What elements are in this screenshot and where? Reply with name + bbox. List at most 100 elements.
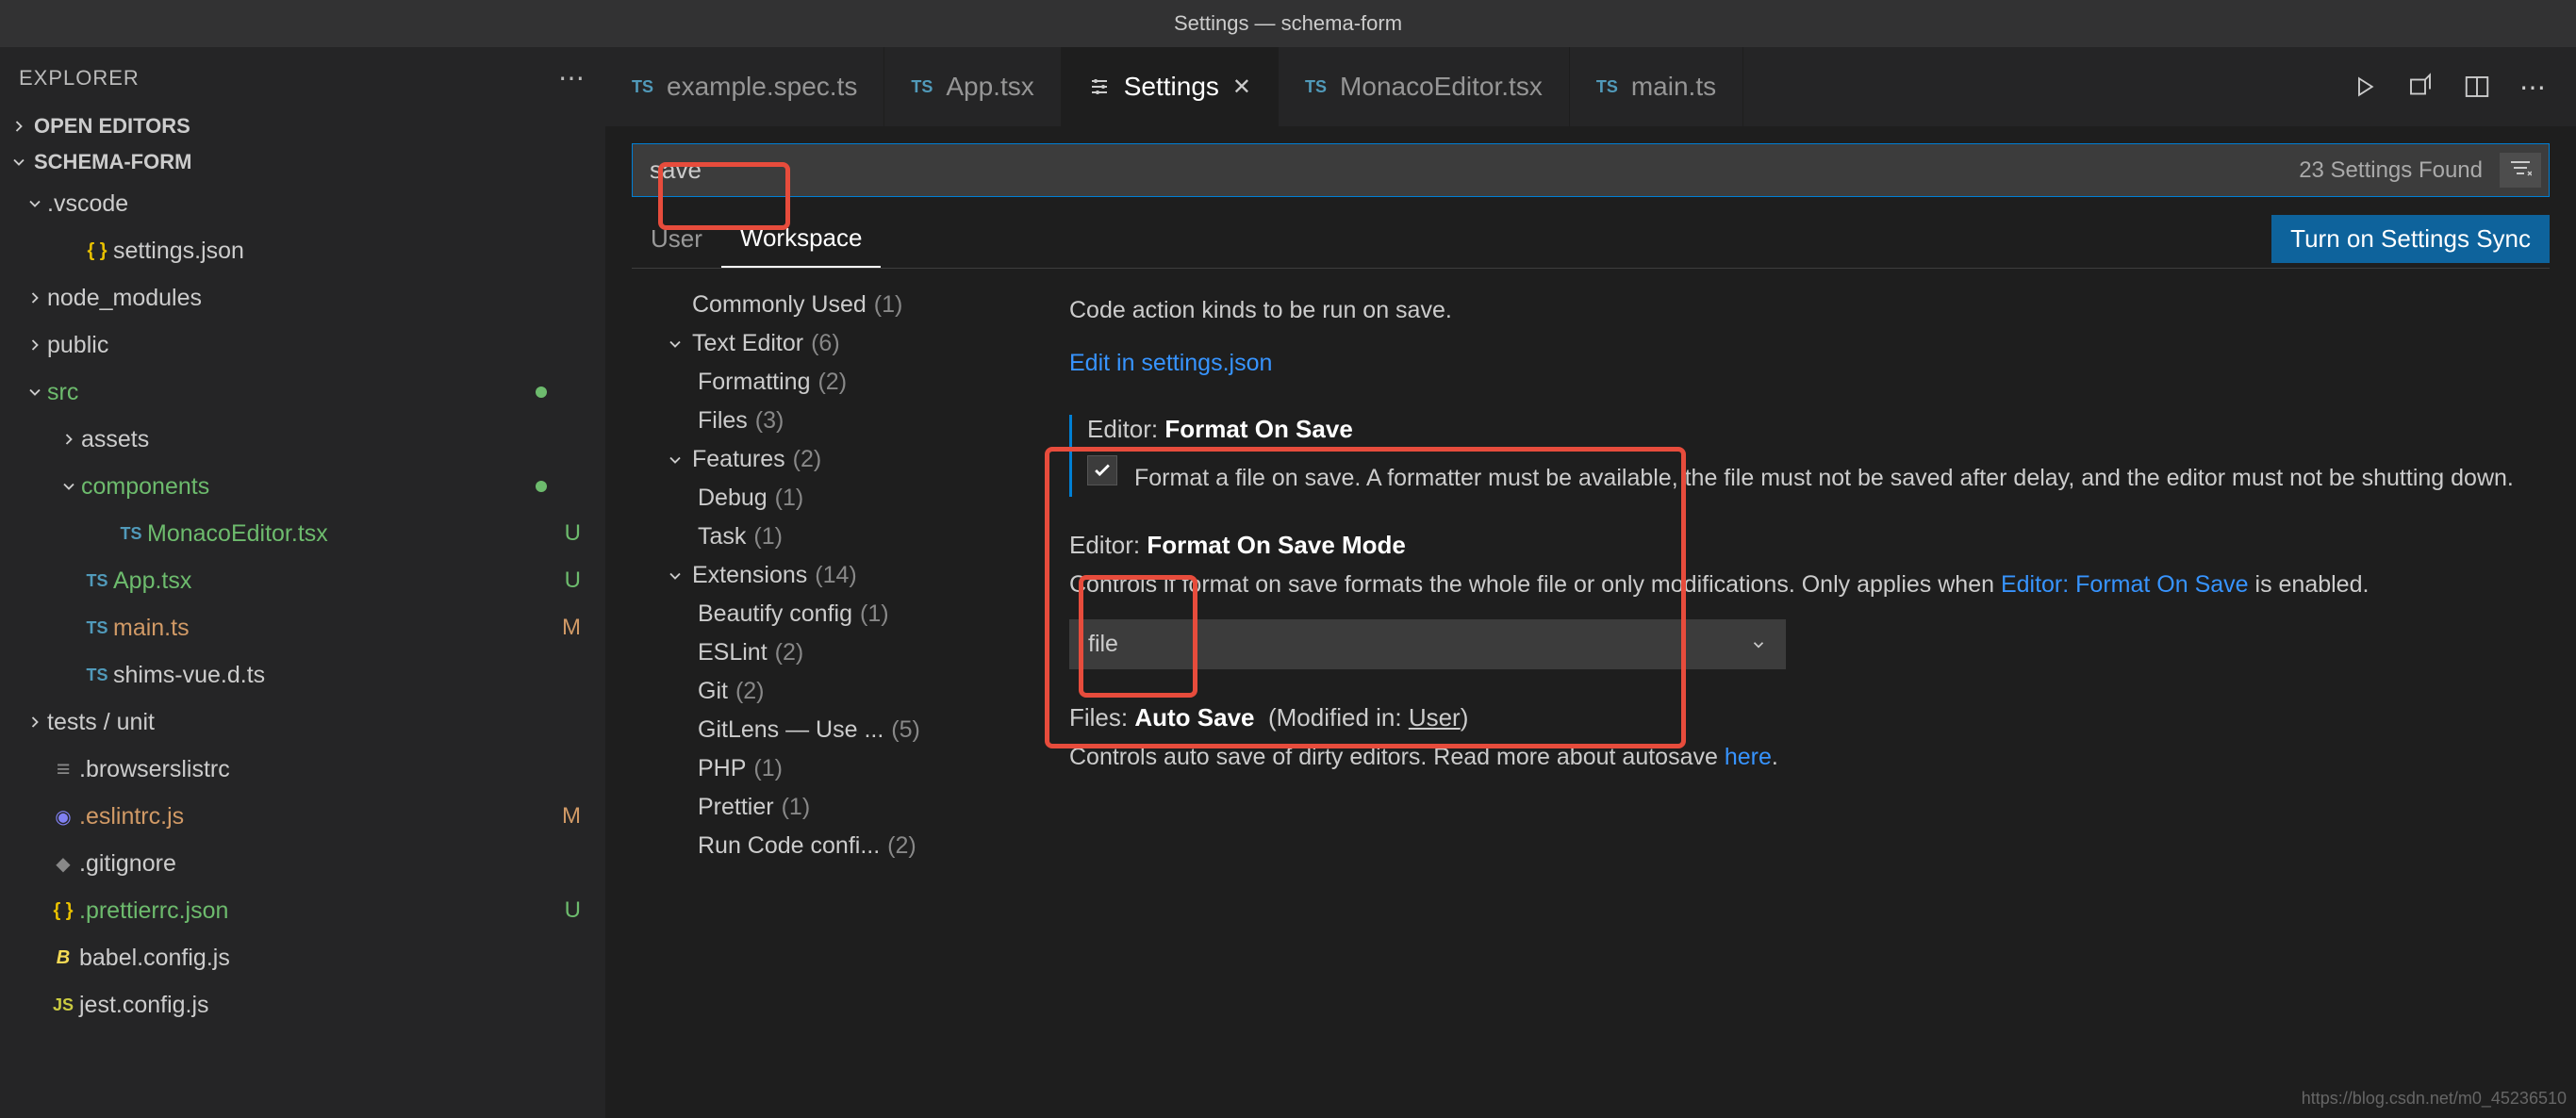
folder-item[interactable]: node_modules	[0, 274, 605, 321]
file-item[interactable]: { }settings.json	[0, 227, 605, 274]
folder-item[interactable]: public	[0, 321, 605, 369]
tab-label: Settings	[1124, 72, 1219, 102]
file-item[interactable]: JSjest.config.js	[0, 981, 605, 1028]
edit-in-settings-link[interactable]: Edit in settings.json	[1069, 350, 1272, 376]
toc-item[interactable]: Extensions (14)	[632, 556, 1028, 595]
file-item[interactable]: TSmain.tsM	[0, 604, 605, 651]
toc-label: Task	[698, 523, 746, 551]
open-changes-icon[interactable]	[2406, 73, 2435, 101]
toc-item[interactable]: Debug (1)	[632, 479, 1028, 518]
toc-label: Debug	[698, 485, 768, 512]
project-section[interactable]: SCHEMA-FORM	[0, 144, 605, 180]
toc-item[interactable]: Run Code confi... (2)	[632, 827, 1028, 865]
editor-tabs: TSexample.spec.tsTSApp.tsxSettings✕TSMon…	[605, 47, 2576, 126]
toc-item[interactable]: Features (2)	[632, 440, 1028, 479]
setting-desc: Code action kinds to be run on save.	[1069, 293, 2550, 329]
editor-tab[interactable]: TSmain.ts	[1570, 47, 1743, 126]
toc-item[interactable]: Formatting (2)	[632, 363, 1028, 402]
close-icon[interactable]: ✕	[1232, 74, 1251, 101]
filter-icon[interactable]	[2500, 153, 2541, 188]
folder-item[interactable]: components	[0, 463, 605, 510]
editor-tab[interactable]: TSApp.tsx	[884, 47, 1061, 126]
item-label: .eslintrc.js	[79, 803, 184, 830]
item-label: tests / unit	[47, 709, 155, 736]
tab-label: example.spec.ts	[667, 72, 857, 102]
file-item[interactable]: TSApp.tsxU	[0, 557, 605, 604]
chevron-down-icon	[23, 383, 47, 402]
more-icon[interactable]: ⋯	[558, 62, 586, 93]
settings-body: 23 Settings Found User Workspace Turn on…	[605, 126, 2576, 1118]
settings-search-input[interactable]	[633, 144, 2282, 196]
editor-tab[interactable]: Settings ✕	[1062, 47, 1279, 126]
file-item[interactable]: ◆.gitignore	[0, 840, 605, 887]
setting-reference-link[interactable]: Editor: Format On Save	[2001, 571, 2249, 598]
editor-actions: ⋯	[2321, 47, 2576, 126]
item-label: .prettierrc.json	[79, 897, 228, 925]
split-editor-icon[interactable]	[2463, 73, 2491, 101]
toc-label: Files	[698, 407, 748, 435]
scope-user-tab[interactable]: User	[632, 211, 721, 267]
settings-sync-button[interactable]: Turn on Settings Sync	[2271, 215, 2550, 263]
toc-count: (1)	[782, 794, 811, 821]
ts-icon: TS	[1596, 77, 1618, 97]
toc-item[interactable]: Task (1)	[632, 518, 1028, 556]
run-icon[interactable]	[2350, 73, 2378, 101]
toc-item[interactable]: PHP (1)	[632, 749, 1028, 788]
toc-label: Features	[692, 446, 785, 473]
item-label: babel.config.js	[79, 945, 230, 972]
file-item[interactable]: { }.prettierrc.jsonU	[0, 887, 605, 934]
toc-label: ESLint	[698, 639, 768, 666]
folder-item[interactable]: .vscode	[0, 180, 605, 227]
setting-format-on-save-mode: Editor: Format On Save Mode Controls if …	[1069, 531, 2550, 670]
settings-list[interactable]: Code action kinds to be run on save. Edi…	[1047, 286, 2550, 1118]
item-label: App.tsx	[113, 567, 191, 595]
format-on-save-mode-select[interactable]: file	[1069, 619, 1786, 669]
toc-item[interactable]: Text Editor (6)	[632, 324, 1028, 363]
folder-item[interactable]: assets	[0, 416, 605, 463]
setting-desc: Controls if format on save formats the w…	[1069, 567, 2550, 603]
item-label: jest.config.js	[79, 992, 209, 1019]
item-label: public	[47, 332, 108, 359]
file-item[interactable]: ≡.browserslistrc	[0, 746, 605, 793]
toc-item[interactable]: GitLens — Use ... (5)	[632, 711, 1028, 749]
toc-item[interactable]: Prettier (1)	[632, 788, 1028, 827]
scope-workspace-tab[interactable]: Workspace	[721, 210, 882, 268]
toc-item[interactable]: Files (3)	[632, 402, 1028, 440]
editor-tab[interactable]: TSexample.spec.ts	[605, 47, 884, 126]
toc-item[interactable]: Beautify config (1)	[632, 595, 1028, 633]
toc-count: (3)	[755, 407, 784, 435]
git-icon: ◆	[47, 852, 79, 876]
toc-label: Commonly Used	[692, 291, 867, 319]
setting-code-actions: Code action kinds to be run on save. Edi…	[1069, 293, 2550, 381]
git-status-badge: M	[562, 615, 581, 641]
toc-label: Prettier	[698, 794, 774, 821]
format-on-save-checkbox[interactable]	[1087, 455, 1117, 485]
item-label: node_modules	[47, 285, 202, 312]
autosave-here-link[interactable]: here	[1725, 744, 1772, 770]
file-item[interactable]: ◉.eslintrc.jsM	[0, 793, 605, 840]
file-item[interactable]: TSshims-vue.d.ts	[0, 651, 605, 699]
toc-label: Formatting	[698, 369, 810, 396]
ts-icon: TS	[81, 618, 113, 638]
tab-label: App.tsx	[946, 72, 1033, 102]
file-item[interactable]: Bbabel.config.js	[0, 934, 605, 981]
chevron-down-icon	[666, 451, 685, 469]
toc-item[interactable]: Git (2)	[632, 672, 1028, 711]
toc-item[interactable]: ESLint (2)	[632, 633, 1028, 672]
lines-icon: ≡	[47, 756, 79, 783]
setting-title: Files: Auto Save (Modified in: User)	[1069, 703, 2550, 732]
toc-item[interactable]: Commonly Used (1)	[632, 286, 1028, 324]
item-label: .browserslistrc	[79, 756, 230, 783]
toc-count: (2)	[735, 678, 765, 705]
file-item[interactable]: TSMonacoEditor.tsxU	[0, 510, 605, 557]
toc-count: (5)	[891, 716, 920, 744]
js-icon: JS	[47, 995, 79, 1015]
open-editors-section[interactable]: OPEN EDITORS	[0, 108, 605, 144]
editor-tab[interactable]: TSMonacoEditor.tsx	[1279, 47, 1570, 126]
more-actions-icon[interactable]: ⋯	[2519, 72, 2548, 103]
folder-item[interactable]: src	[0, 369, 605, 416]
toc-count: (2)	[817, 369, 847, 396]
settings-found-count: 23 Settings Found	[2282, 157, 2500, 184]
toc-count: (2)	[775, 639, 804, 666]
folder-item[interactable]: tests / unit	[0, 699, 605, 746]
